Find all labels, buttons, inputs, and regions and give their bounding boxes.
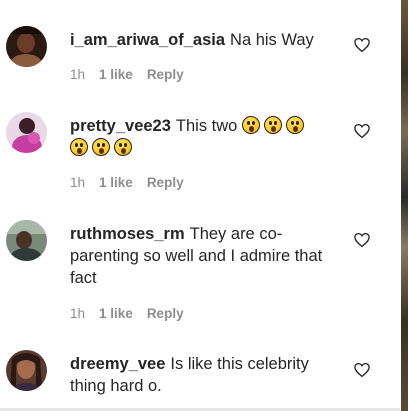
comment-body: This two xyxy=(175,117,238,135)
comment-time: 1h xyxy=(70,306,86,321)
comment-username[interactable]: dreemy_vee xyxy=(70,355,165,373)
comment-likes[interactable]: 1 like xyxy=(99,67,133,82)
background-image-strip xyxy=(401,0,408,411)
avatar[interactable] xyxy=(6,112,47,153)
comment-text: ruthmoses_rm They are co-parenting so wel… xyxy=(70,223,342,289)
avatar[interactable] xyxy=(6,220,47,261)
reply-button[interactable]: Reply xyxy=(147,306,184,321)
comment-likes[interactable]: 1 like xyxy=(99,175,133,190)
heart-outline-icon[interactable] xyxy=(353,361,371,379)
comment-time: 1h xyxy=(70,67,86,82)
reply-button[interactable]: Reply xyxy=(147,175,184,190)
astonished-face-emoji xyxy=(241,116,260,134)
astonished-face-emoji xyxy=(263,116,282,134)
astonished-face-emoji xyxy=(70,138,88,156)
comment-likes[interactable]: 1 like xyxy=(99,306,133,321)
heart-outline-icon[interactable] xyxy=(353,36,371,54)
comment-body: Na his Way xyxy=(230,31,314,49)
astonished-face-emoji xyxy=(92,138,110,156)
comment-username[interactable]: ruthmoses_rm xyxy=(70,225,185,243)
comment-text: pretty_vee23 This two xyxy=(70,115,342,159)
comment-time: 1h xyxy=(70,175,86,190)
comment-text: i_am_ariwa_of_asia Na his Way xyxy=(70,29,342,51)
comment-username[interactable]: i_am_ariwa_of_asia xyxy=(70,31,225,49)
avatar[interactable] xyxy=(6,350,47,391)
heart-outline-icon[interactable] xyxy=(353,231,371,249)
astonished-face-emoji xyxy=(285,116,304,134)
reply-button[interactable]: Reply xyxy=(147,67,184,82)
comment-text: dreemy_vee Is like this celebrity thing h… xyxy=(70,353,342,397)
avatar[interactable] xyxy=(6,26,47,67)
comment-username[interactable]: pretty_vee23 xyxy=(70,117,171,135)
astonished-face-emoji xyxy=(114,138,132,156)
heart-outline-icon[interactable] xyxy=(353,122,371,140)
